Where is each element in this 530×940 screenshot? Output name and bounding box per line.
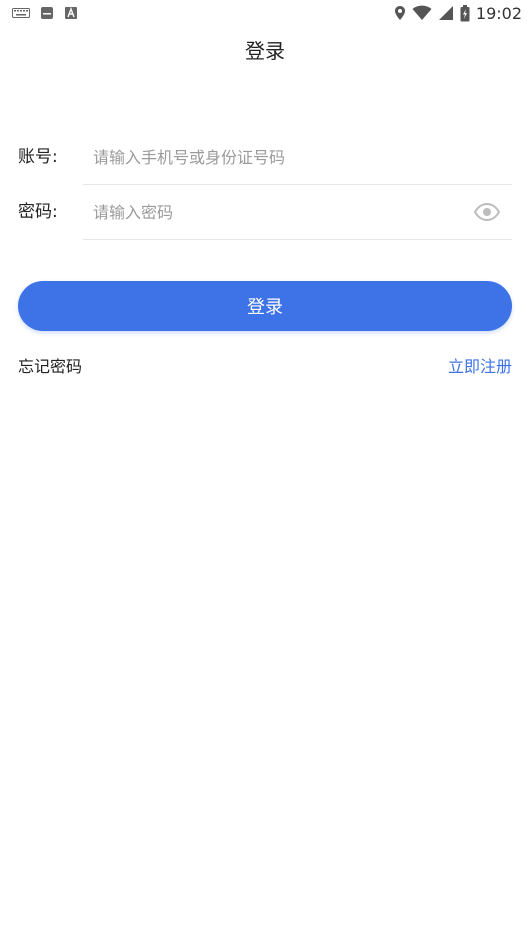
login-screen: 19:02 登录 账号: 密码: 登录 忘记密码 立即注册 — [0, 0, 530, 940]
register-link[interactable]: 立即注册 — [448, 354, 512, 380]
status-bar-right: 19:02 — [394, 4, 522, 23]
password-visibility-toggle[interactable] — [474, 200, 500, 224]
notification-icon — [40, 6, 54, 20]
keyboard-icon — [12, 7, 30, 19]
eye-icon — [474, 203, 500, 221]
signal-icon — [438, 5, 454, 21]
forgot-password-link[interactable]: 忘记密码 — [18, 354, 82, 380]
login-button[interactable]: 登录 — [18, 281, 512, 331]
status-bar-left — [12, 6, 78, 20]
account-input[interactable] — [93, 130, 453, 184]
account-label: 账号: — [18, 147, 58, 167]
password-field — [83, 185, 512, 240]
status-time: 19:02 — [475, 3, 522, 23]
text-a-icon — [64, 6, 78, 20]
battery-icon — [460, 4, 470, 22]
page-title: 登录 — [245, 39, 285, 63]
wifi-icon — [412, 5, 432, 21]
account-field — [83, 130, 512, 185]
account-row: 账号: — [0, 130, 530, 185]
password-label: 密码: — [18, 202, 58, 222]
status-bar: 19:02 — [0, 0, 530, 26]
password-input[interactable] — [93, 185, 453, 239]
password-row: 密码: — [0, 185, 530, 240]
location-icon — [394, 5, 406, 21]
